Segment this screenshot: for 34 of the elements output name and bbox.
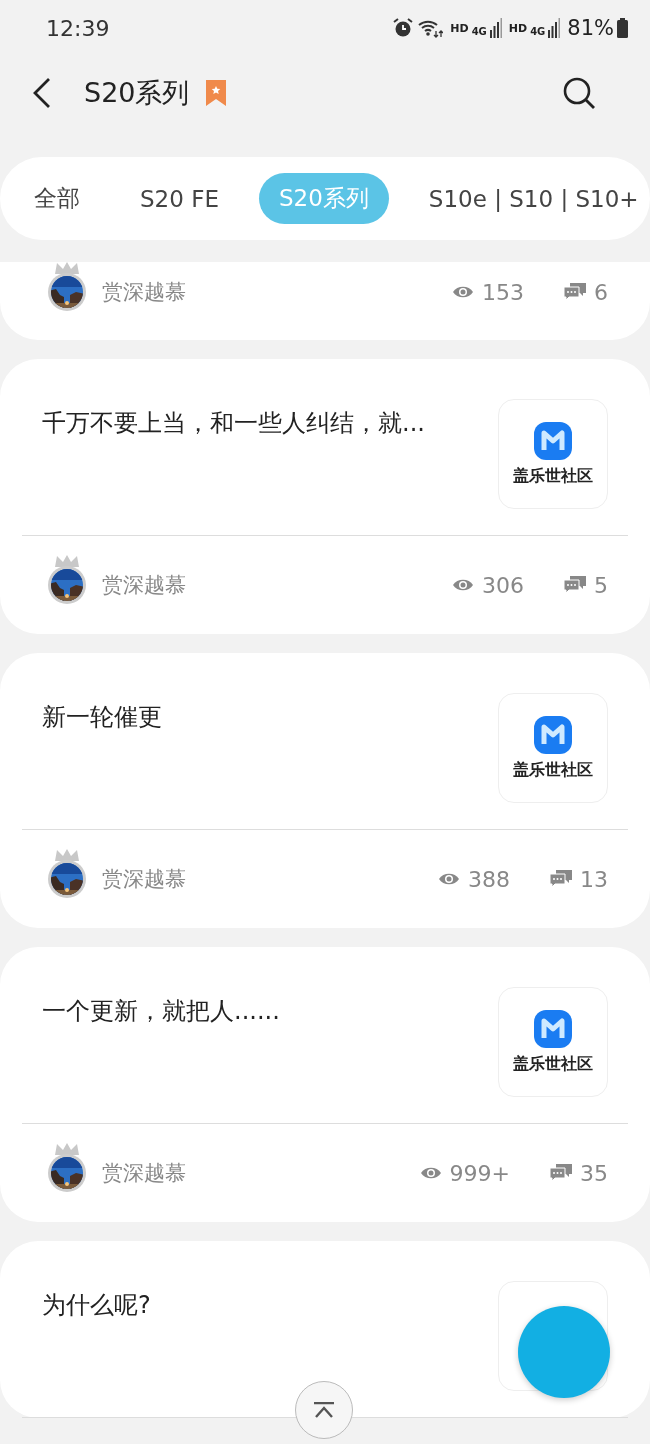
author-name: 赏深越慕 bbox=[102, 279, 186, 306]
post-card[interactable]: 赏深越慕 153 6 bbox=[0, 262, 650, 340]
view-count: 999+ bbox=[449, 1160, 510, 1186]
logo-label: 盖乐世社区 bbox=[513, 1053, 593, 1075]
post-title: 一个更新，就把人...... bbox=[42, 996, 280, 1027]
author-name: 赏深越慕 bbox=[102, 866, 186, 893]
logo-label: 盖乐世社区 bbox=[513, 465, 593, 487]
comment-count: 6 bbox=[594, 279, 608, 305]
network-label: HD bbox=[508, 21, 528, 35]
network-type: 4G bbox=[471, 26, 487, 37]
network-label: HD bbox=[450, 21, 469, 35]
post-title: 新一轮催更 bbox=[42, 702, 162, 733]
comment-count: 5 bbox=[594, 572, 608, 598]
view-count: 388 bbox=[468, 866, 510, 892]
comment-count: 13 bbox=[580, 866, 608, 892]
page-title: S20系列 bbox=[84, 76, 190, 110]
tab[interactable]: 全部 bbox=[14, 173, 100, 224]
post-card[interactable]: 一个更新，就把人...... 盖乐世社区 赏深越慕 999+ 35 bbox=[0, 947, 650, 1222]
logo-label: 盖乐世社区 bbox=[513, 759, 593, 781]
tab[interactable]: S20 FE bbox=[120, 173, 239, 224]
post-card[interactable]: 新一轮催更 盖乐世社区 赏深越慕 388 13 bbox=[0, 653, 650, 928]
author-name: 赏深越慕 bbox=[102, 1160, 186, 1187]
post-card[interactable]: 千万不要上当，和一些人纠结，就... 盖乐世社区 赏深越慕 306 5 bbox=[0, 359, 650, 634]
comment-count: 35 bbox=[580, 1160, 608, 1186]
network-type: 4G bbox=[530, 26, 546, 37]
battery-level: 81% bbox=[567, 16, 614, 40]
view-count: 306 bbox=[482, 572, 524, 598]
view-count: 153 bbox=[482, 279, 524, 305]
post-card[interactable]: 为什么呢? bbox=[0, 1241, 650, 1418]
tab[interactable]: S10e | S10 | S10+ bbox=[408, 173, 650, 224]
post-title: 千万不要上当，和一些人纠结，就... bbox=[42, 408, 425, 439]
author-name: 赏深越慕 bbox=[102, 572, 186, 599]
status-time: 12:39 bbox=[46, 15, 110, 41]
post-title: 为什么呢? bbox=[42, 1290, 151, 1321]
